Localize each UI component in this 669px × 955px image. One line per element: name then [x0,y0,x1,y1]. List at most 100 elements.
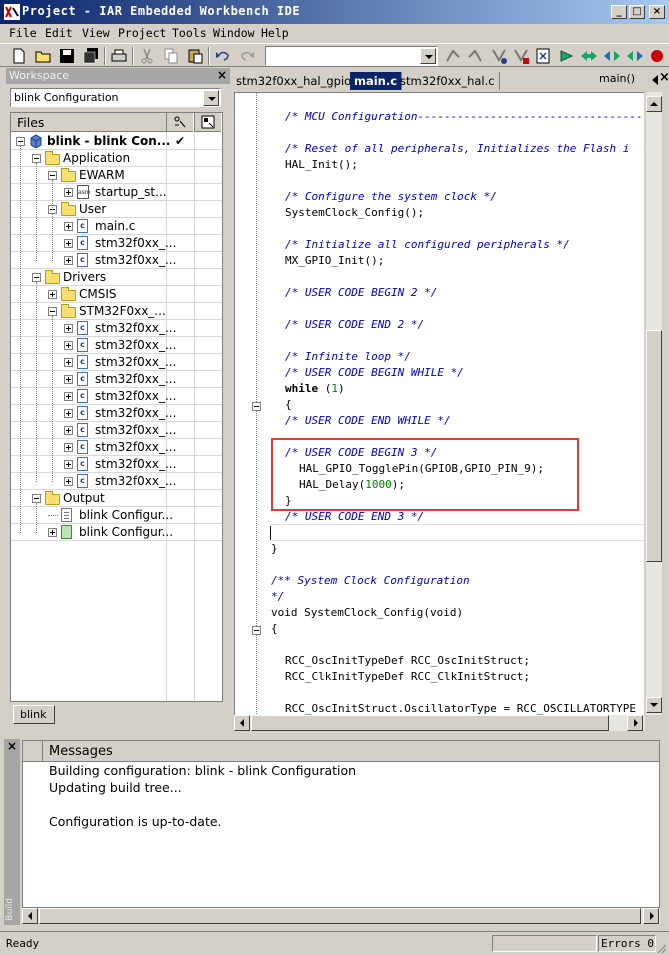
redo-icon[interactable] [238,47,256,65]
fold-toggle-while-icon[interactable] [252,402,261,411]
fold-toggle-comment-icon[interactable] [252,626,261,635]
menu-edit[interactable]: Edit [45,26,73,40]
new-file-icon[interactable] [10,47,28,65]
download-debug-icon[interactable] [603,47,621,65]
collapse-icon[interactable] [48,307,57,316]
collapse-icon[interactable] [32,494,41,503]
tab-main-c[interactable]: main.c [350,72,403,90]
expand-icon[interactable] [64,358,73,367]
scroll-right-button[interactable] [627,715,643,731]
paste-icon[interactable] [186,47,204,65]
print-icon[interactable] [110,47,128,65]
find-prev-icon[interactable] [466,47,484,65]
tree-item[interactable]: c stm32f0xx_... [11,320,222,337]
cut-icon[interactable] [138,47,156,65]
workspace-tab-blink[interactable]: blink [13,705,55,724]
expand-icon[interactable] [64,375,73,384]
tree-item[interactable]: c main.c [11,218,222,235]
expand-icon[interactable] [64,426,73,435]
collapse-icon[interactable] [32,154,41,163]
minimize-button[interactable]: _ [611,5,627,19]
expand-icon[interactable] [48,290,57,299]
status-column-header[interactable] [194,113,222,132]
tree-item[interactable]: c stm32f0xx_... [11,473,222,490]
copy-icon[interactable] [162,47,180,65]
find-combo[interactable] [265,46,438,66]
tab-stm32f0xx-hal-gpio-h[interactable]: stm32f0xx_hal_gpio.h [232,72,367,90]
toggle-breakpoint-icon[interactable] [512,47,530,65]
close-button[interactable]: × [649,5,665,19]
menu-view[interactable]: View [82,26,110,40]
expand-icon[interactable] [64,188,73,197]
tree-item[interactable]: CMSIS [11,286,222,303]
compile-icon[interactable] [535,47,553,65]
files-column-header[interactable]: Files [17,115,44,130]
menu-tools[interactable]: Tools [172,26,207,40]
build-pane-close-icon[interactable]: × [7,739,17,753]
msg-scroll-left-button[interactable] [22,908,38,924]
make-icon[interactable] [558,47,576,65]
tree-item[interactable]: blink Configur... [11,507,222,524]
expand-icon[interactable] [64,341,73,350]
tree-item[interactable]: EWARM [11,167,222,184]
tree-item[interactable]: blink Configur... [11,524,222,541]
scroll-thumb[interactable] [646,330,662,562]
menu-window[interactable]: Window [213,26,255,40]
tree-item[interactable]: c stm32f0xx_... [11,439,222,456]
tree-item[interactable]: c stm32f0xx_... [11,422,222,439]
scroll-down-button[interactable] [646,697,662,713]
tree-item[interactable]: blink - blink Con... ✔ [11,133,222,150]
find-in-files-icon[interactable] [490,47,508,65]
expand-icon[interactable] [64,256,73,265]
expand-icon[interactable] [64,239,73,248]
tree-item[interactable]: STM32F0xx_... [11,303,222,320]
tab-scroll-left-icon[interactable] [651,75,659,85]
resize-grip-icon[interactable] [655,942,667,954]
find-next-icon[interactable] [444,47,462,65]
tree-item[interactable]: c stm32f0xx_... [11,252,222,269]
msg-hscroll-thumb[interactable] [39,908,641,924]
expand-icon[interactable] [48,528,57,537]
workspace-close-icon[interactable]: × [217,68,227,82]
options-column-header[interactable] [166,113,194,132]
save-icon[interactable] [58,47,76,65]
tree-item[interactable]: c stm32f0xx_... [11,354,222,371]
expand-icon[interactable] [64,324,73,333]
menu-help[interactable]: Help [261,26,289,40]
stop-build-icon[interactable] [626,47,644,65]
undo-icon[interactable] [214,47,232,65]
breakpoint-icon[interactable] [648,47,666,65]
expand-icon[interactable] [64,392,73,401]
maximize-button[interactable]: □ [629,5,645,19]
open-folder-icon[interactable] [34,47,52,65]
editor-horizontal-scrollbar[interactable] [234,715,645,731]
save-all-icon[interactable] [82,47,100,65]
tree-item[interactable]: Application [11,150,222,167]
editor-close-icon[interactable]: × [659,70,669,85]
tree-item[interactable]: c stm32f0xx_... [11,337,222,354]
tree-item[interactable]: c stm32f0xx_... [11,405,222,422]
expand-icon[interactable] [64,460,73,469]
expand-icon[interactable] [64,409,73,418]
scroll-up-button[interactable] [646,96,662,112]
find-combo-dropdown-button[interactable] [420,48,436,64]
messages-list[interactable]: Messages Building configuration: blink -… [22,740,660,908]
debug-icon[interactable] [580,47,598,65]
tab-stm32f0xx-hal-c[interactable]: stm32f0xx_hal.c [396,72,500,90]
expand-icon[interactable] [64,222,73,231]
collapse-icon[interactable] [48,171,57,180]
configuration-dropdown-button[interactable] [203,90,219,106]
tree-item[interactable]: c stm32f0xx_... [11,388,222,405]
expand-icon[interactable] [64,443,73,452]
tree-item[interactable]: Output [11,490,222,507]
code-editor[interactable]: /* MCU Configuration--------------------… [234,92,644,715]
tree-item[interactable]: c stm32f0xx_... [11,235,222,252]
tree-item[interactable]: c stm32f0xx_... [11,456,222,473]
function-selector[interactable]: main() [599,72,635,85]
tree-item[interactable]: asm startup_st... [11,184,222,201]
hscroll-thumb[interactable] [251,715,609,731]
menu-file[interactable]: File [9,26,37,40]
messages-horizontal-scrollbar[interactable] [22,908,660,924]
scroll-left-button[interactable] [234,715,250,731]
tree-item[interactable]: c stm32f0xx_... [11,371,222,388]
